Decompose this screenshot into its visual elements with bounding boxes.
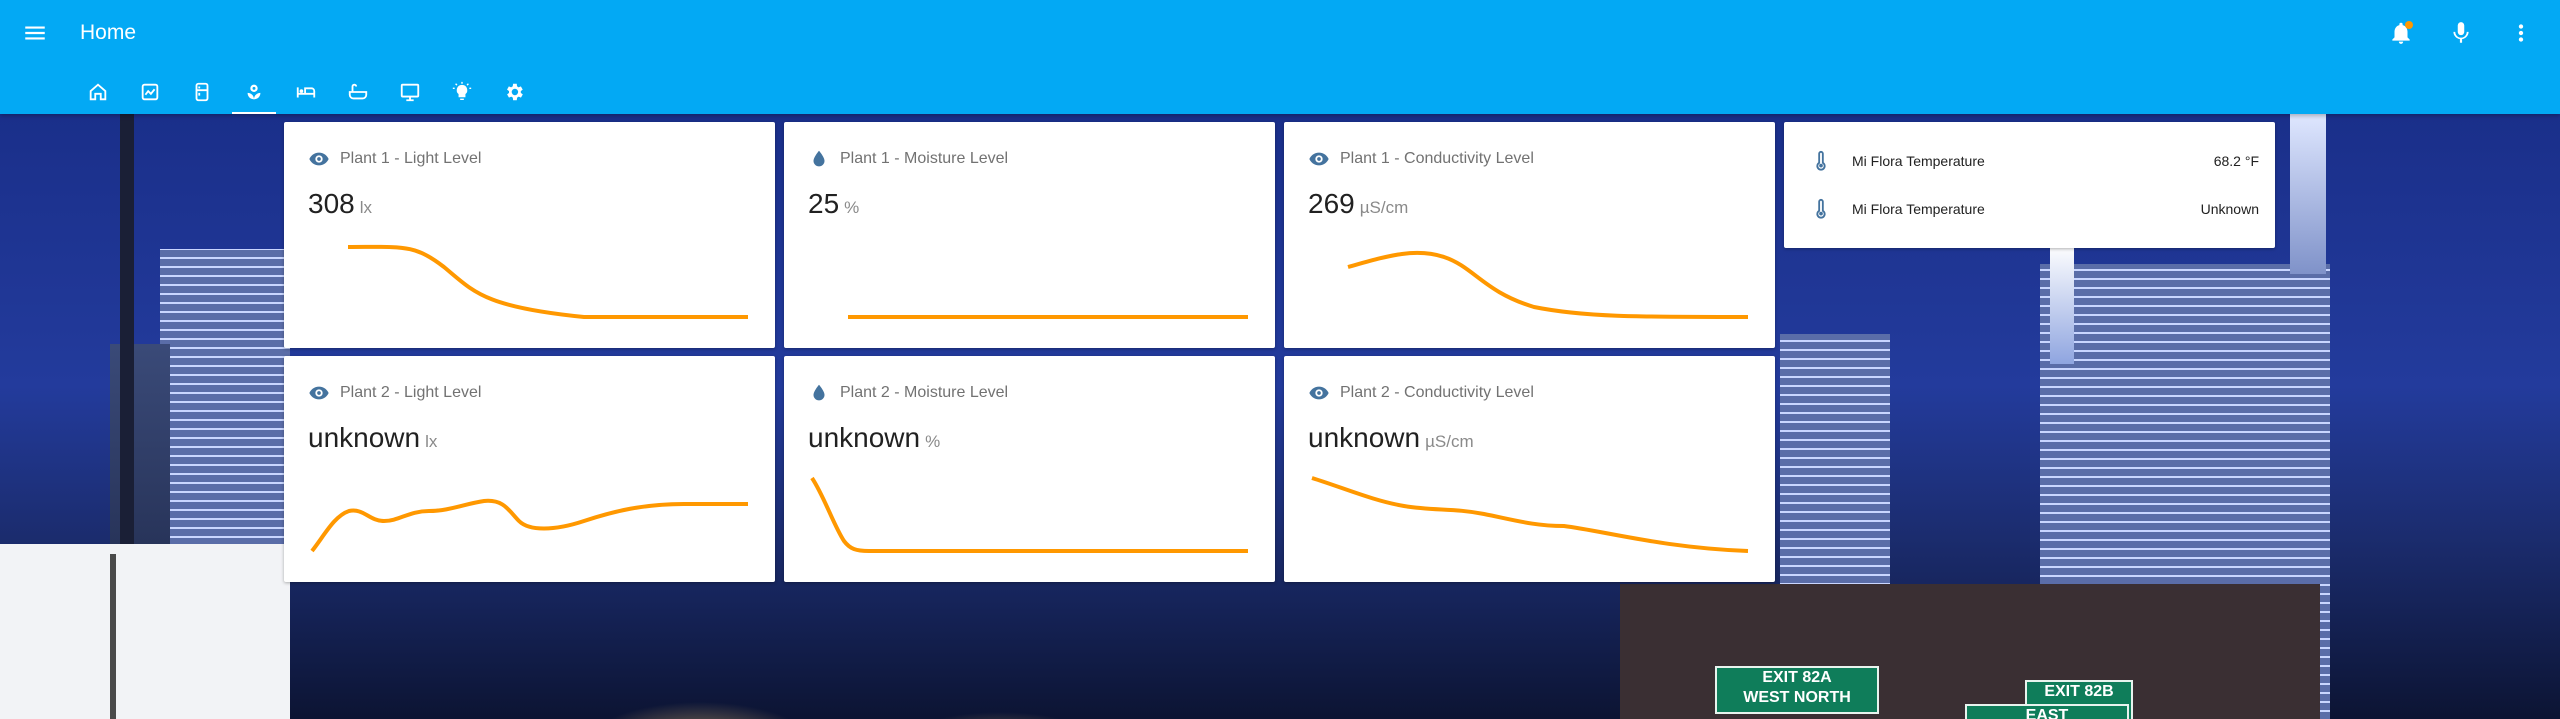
view-tabs [72, 70, 540, 114]
state-value: unknown [1308, 422, 1421, 453]
toolbar: Home [0, 0, 2560, 66]
sensor-card-plant2-light[interactable]: Plant 2 - Light Level unknown lx [284, 356, 775, 582]
card-header: Plant 2 - Light Level [308, 382, 481, 404]
card-header: Plant 2 - Conductivity Level [1308, 382, 1534, 404]
home-icon [89, 83, 107, 101]
more-vert-icon [2518, 24, 2524, 42]
card-value: 308 lx [308, 188, 372, 220]
state-value: unknown [808, 422, 921, 453]
monitor-icon [400, 83, 420, 102]
tab-bathroom[interactable] [332, 70, 384, 114]
sensor-card-plant1-moisture[interactable]: Plant 1 - Moisture Level 25% [784, 122, 1275, 348]
unit-label: µS/cm [1359, 198, 1409, 217]
eye-icon [1309, 152, 1329, 166]
bathtub-icon [348, 83, 368, 100]
unit-label: % [925, 432, 941, 451]
app-header: Home [0, 0, 2560, 114]
state-value: unknown [308, 422, 421, 453]
card-value: 25% [808, 188, 859, 220]
eye-icon [309, 386, 329, 400]
tab-bedroom[interactable] [280, 70, 332, 114]
history-line [810, 476, 1248, 553]
card-value: unknown lx [308, 422, 437, 454]
state-value: 308 [308, 188, 355, 219]
card-header: Plant 1 - Conductivity Level [1308, 148, 1534, 170]
water-drop-icon [813, 150, 825, 167]
history-line [1347, 250, 1749, 319]
notifications-button[interactable] [2388, 20, 2414, 46]
east-sign: EAST [1965, 704, 2129, 719]
history-line [347, 244, 748, 319]
state-value: 269 [1308, 188, 1355, 219]
history-graph [1347, 250, 1749, 319]
state-value: 25 [808, 188, 840, 219]
history-graph [310, 498, 748, 553]
history-graph [848, 315, 1248, 319]
microphone-icon [2453, 22, 2469, 43]
fridge-icon [195, 82, 209, 102]
entity-value: Unknown [2200, 201, 2259, 217]
water-drop-icon [813, 384, 825, 401]
card-title: Plant 1 - Moisture Level [840, 150, 1009, 167]
sensor-card-plant1-light[interactable]: Plant 1 - Light Level 308 lx [284, 122, 775, 348]
history-graph [347, 244, 748, 319]
eye-icon [1309, 386, 1329, 400]
tab-home[interactable] [72, 70, 124, 114]
card-header: Plant 2 - Moisture Level [808, 382, 1008, 404]
settings-icon [507, 83, 523, 101]
tab-dashboard[interactable] [124, 70, 176, 114]
thermometer-icon [1816, 198, 1826, 219]
entity-value: 68.2 °F [2213, 153, 2259, 169]
history-line [310, 498, 748, 553]
card-header: Plant 1 - Light Level [308, 148, 481, 170]
toolbar-actions [2388, 20, 2534, 46]
card-title: Plant 2 - Conductivity Level [1340, 384, 1534, 401]
dashboard-icon [141, 83, 159, 101]
overflow-menu-button[interactable] [2508, 20, 2534, 46]
exit-82a-label: EXIT 82A [1762, 669, 1832, 686]
bed-icon [296, 87, 316, 98]
history-graph [810, 476, 1248, 553]
sensor-card-plant1-conductivity[interactable]: Plant 1 - Conductivity Level 269 µS/cm [1284, 122, 1775, 348]
card-header: Plant 1 - Moisture Level [808, 148, 1008, 170]
entity-row[interactable]: Mi Flora Temperature Unknown [1810, 194, 2259, 224]
unit-label: lx [359, 198, 372, 217]
unit-label: % [844, 198, 860, 217]
sensor-card-plant2-conductivity[interactable]: Plant 2 - Conductivity Level unknown µS/c… [1284, 356, 1775, 582]
menu-button[interactable] [22, 20, 48, 46]
tab-plants[interactable] [228, 70, 280, 114]
tab-media[interactable] [384, 70, 436, 114]
entity-name: Mi Flora Temperature [1852, 153, 1985, 169]
eye-icon [309, 152, 329, 166]
card-title: Plant 1 - Conductivity Level [1340, 150, 1534, 167]
card-title: Plant 2 - Moisture Level [840, 384, 1009, 401]
card-title: Plant 2 - Light Level [340, 384, 482, 401]
entities-card: Mi Flora Temperature 68.2 °F Mi Flora Te… [1784, 122, 2275, 248]
menu-icon [25, 26, 45, 40]
card-value: 269 µS/cm [1308, 188, 1408, 220]
east-label: EAST [2025, 707, 2069, 719]
west-north-label: WEST NORTH [1743, 689, 1851, 706]
history-graph [1311, 476, 1749, 553]
unit-label: µS/cm [1425, 432, 1474, 451]
page-title: Home [80, 21, 137, 44]
sensor-card-plant2-moisture[interactable]: Plant 2 - Moisture Level unknown% [784, 356, 1275, 582]
tab-settings[interactable] [488, 70, 540, 114]
entity-name: Mi Flora Temperature [1852, 201, 1985, 217]
tab-lights[interactable] [436, 70, 488, 114]
unit-label: lx [425, 432, 438, 451]
lightbulb-icon [452, 81, 472, 101]
tab-kitchen[interactable] [176, 70, 228, 114]
card-value: unknown% [808, 422, 940, 454]
card-title: Plant 1 - Light Level [340, 150, 482, 167]
exit-82b-label: EXIT 82B [2044, 683, 2114, 700]
history-line [1311, 476, 1749, 553]
notification-badge [2405, 21, 2413, 29]
flower-icon [247, 84, 261, 100]
exit-82a-sign: EXIT 82A WEST NORTH [1715, 666, 1879, 714]
voice-button[interactable] [2448, 20, 2474, 46]
entity-row[interactable]: Mi Flora Temperature 68.2 °F [1810, 146, 2259, 176]
thermometer-icon [1816, 150, 1826, 171]
card-value: unknown µS/cm [1308, 422, 1474, 454]
